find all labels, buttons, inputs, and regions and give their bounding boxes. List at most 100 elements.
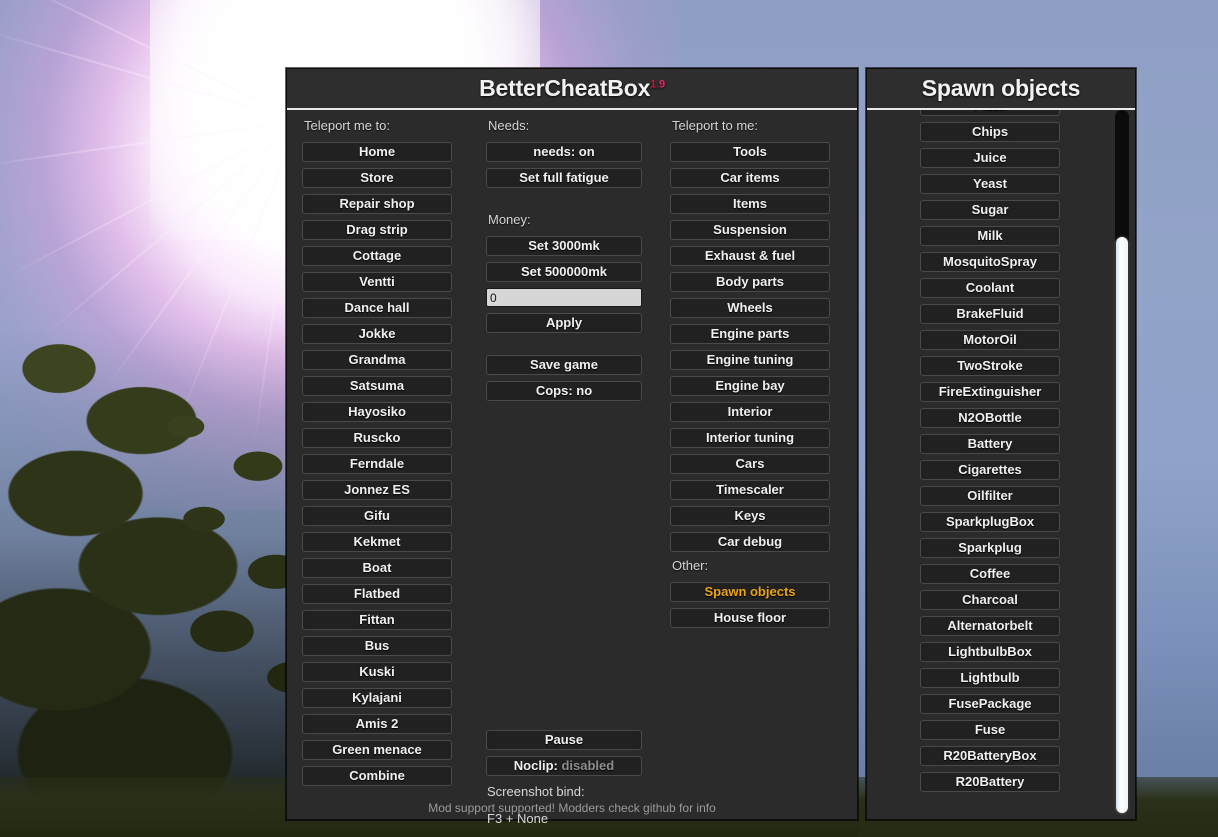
teleport-button-ventti[interactable]: Ventti (302, 272, 452, 292)
teleport-to-me-button-cars[interactable]: Cars (670, 454, 830, 474)
teleport-button-dance-hall[interactable]: Dance hall (302, 298, 452, 318)
version-badge: 1.9 (650, 78, 665, 90)
spawn-item-fireextinguisher[interactable]: FireExtinguisher (920, 382, 1060, 402)
main-body: Teleport me to: Home Store Repair shop D… (287, 110, 857, 826)
needs-toggle-button[interactable]: needs: on (486, 142, 642, 162)
teleport-to-me-button-keys[interactable]: Keys (670, 506, 830, 526)
other-heading: Other: (672, 558, 709, 573)
pause-button[interactable]: Pause (486, 730, 642, 750)
spawn-item-alternatorbelt[interactable]: Alternatorbelt (920, 616, 1060, 636)
teleport-button-hayosiko[interactable]: Hayosiko (302, 402, 452, 422)
spawn-item-n2obottle[interactable]: N2OBottle (920, 408, 1060, 428)
teleport-to-me-button-wheels[interactable]: Wheels (670, 298, 830, 318)
teleport-button-green-menace[interactable]: Green menace (302, 740, 452, 760)
money-amount-input[interactable] (486, 288, 642, 307)
set-full-fatigue-button[interactable]: Set full fatigue (486, 168, 642, 188)
spawn-item-brakefluid[interactable]: BrakeFluid (920, 304, 1060, 324)
spawn-item-motoroil[interactable]: MotorOil (920, 330, 1060, 350)
cops-toggle-button[interactable]: Cops: no (486, 381, 642, 401)
spawn-item-lightbulb[interactable]: Lightbulb (920, 668, 1060, 688)
main-titlebar: BetterCheatBox1.9 (287, 69, 857, 110)
spawn-item-r20battery[interactable]: R20Battery (920, 772, 1060, 792)
teleport-to-me-button-tools[interactable]: Tools (670, 142, 830, 162)
teleport-button-repair-shop[interactable]: Repair shop (302, 194, 452, 214)
teleport-button-kylajani[interactable]: Kylajani (302, 688, 452, 708)
teleport-button-satsuma[interactable]: Satsuma (302, 376, 452, 396)
apply-money-button[interactable]: Apply (486, 313, 642, 333)
spawn-objects-window: Spawn objects Pizza Chips Juice Yeast Su… (866, 68, 1136, 820)
teleport-button-ferndale[interactable]: Ferndale (302, 454, 452, 474)
spawn-item-yeast[interactable]: Yeast (920, 174, 1060, 194)
teleport-button-jokke[interactable]: Jokke (302, 324, 452, 344)
spawn-item-milk[interactable]: Milk (920, 226, 1060, 246)
spawn-item-fuse[interactable]: Fuse (920, 720, 1060, 740)
teleport-to-me-button-engine-bay[interactable]: Engine bay (670, 376, 830, 396)
spawn-item-mosquitospray[interactable]: MosquitoSpray (920, 252, 1060, 272)
teleport-to-me-button-body-parts[interactable]: Body parts (670, 272, 830, 292)
teleport-to-me-button-timescaler[interactable]: Timescaler (670, 480, 830, 500)
house-floor-button[interactable]: House floor (670, 608, 830, 628)
spawn-list-scrollbar[interactable] (1115, 110, 1129, 813)
teleport-button-fittan[interactable]: Fittan (302, 610, 452, 630)
spawn-item-coolant[interactable]: Coolant (920, 278, 1060, 298)
teleport-button-combine[interactable]: Combine (302, 766, 452, 786)
teleport-button-ruscko[interactable]: Ruscko (302, 428, 452, 448)
spawn-item-r20batterybox[interactable]: R20BatteryBox (920, 746, 1060, 766)
teleport-button-amis-2[interactable]: Amis 2 (302, 714, 452, 734)
teleport-button-home[interactable]: Home (302, 142, 452, 162)
spawn-item-charcoal[interactable]: Charcoal (920, 590, 1060, 610)
teleport-button-bus[interactable]: Bus (302, 636, 452, 656)
teleport-button-drag-strip[interactable]: Drag strip (302, 220, 452, 240)
spawn-item-coffee[interactable]: Coffee (920, 564, 1060, 584)
spawn-item-sugar[interactable]: Sugar (920, 200, 1060, 220)
spawn-item-lightbulbbox[interactable]: LightbulbBox (920, 642, 1060, 662)
spawn-item-chips[interactable]: Chips (920, 122, 1060, 142)
page-title: BetterCheatBox1.9 (479, 75, 665, 102)
spawn-list-scrollbar-thumb[interactable] (1116, 236, 1128, 813)
spawn-body: Pizza Chips Juice Yeast Sugar Milk Mosqu… (867, 110, 1135, 819)
teleport-button-cottage[interactable]: Cottage (302, 246, 452, 266)
teleport-to-me-button-exhaust-fuel[interactable]: Exhaust & fuel (670, 246, 830, 266)
teleport-button-store[interactable]: Store (302, 168, 452, 188)
needs-money-column: Needs: needs: on Set full fatigue Money:… (486, 110, 642, 407)
noclip-state-value: disabled (561, 758, 615, 773)
set-500000mk-button[interactable]: Set 500000mk (486, 262, 642, 282)
spawn-titlebar: Spawn objects (867, 69, 1135, 110)
spawn-item-juice[interactable]: Juice (920, 148, 1060, 168)
teleport-button-kuski[interactable]: Kuski (302, 662, 452, 682)
teleport-to-me-button-interior[interactable]: Interior (670, 402, 830, 422)
spawn-item-oilfilter[interactable]: Oilfilter (920, 486, 1060, 506)
teleport-to-me-button-suspension[interactable]: Suspension (670, 220, 830, 240)
spawn-item-battery[interactable]: Battery (920, 434, 1060, 454)
spawn-item-twostroke[interactable]: TwoStroke (920, 356, 1060, 376)
teleport-button-grandma[interactable]: Grandma (302, 350, 452, 370)
set-3000mk-button[interactable]: Set 3000mk (486, 236, 642, 256)
teleport-to-me-button-items[interactable]: Items (670, 194, 830, 214)
app-title-text: BetterCheatBox (479, 75, 651, 101)
teleport-to-me-button-interior-tuning[interactable]: Interior tuning (670, 428, 830, 448)
teleport-button-flatbed[interactable]: Flatbed (302, 584, 452, 604)
spawn-window-title: Spawn objects (921, 75, 1081, 101)
spawn-item-sparkplugbox[interactable]: SparkplugBox (920, 512, 1060, 532)
noclip-label: Noclip: (513, 758, 558, 773)
spawn-item-cigarettes[interactable]: Cigarettes (920, 460, 1060, 480)
teleport-button-gifu[interactable]: Gifu (302, 506, 452, 526)
spawn-objects-button[interactable]: Spawn objects (670, 582, 830, 602)
needs-heading: Needs: (488, 118, 530, 133)
teleport-button-boat[interactable]: Boat (302, 558, 452, 578)
spawn-item-fusepackage[interactable]: FusePackage (920, 694, 1060, 714)
teleport-to-me-button-car-debug[interactable]: Car debug (670, 532, 830, 552)
teleport-button-kekmet[interactable]: Kekmet (302, 532, 452, 552)
spawn-item-pizza[interactable]: Pizza (920, 110, 1060, 116)
save-game-button[interactable]: Save game (486, 355, 642, 375)
money-heading: Money: (488, 212, 531, 227)
bettercheatbox-window: BetterCheatBox1.9 Teleport me to: Home S… (286, 68, 858, 826)
teleport-to-me-button-engine-parts[interactable]: Engine parts (670, 324, 830, 344)
teleport-to-me-button-car-items[interactable]: Car items (670, 168, 830, 188)
teleport-button-jonnez-es[interactable]: Jonnez ES (302, 480, 452, 500)
spawn-item-sparkplug[interactable]: Sparkplug (920, 538, 1060, 558)
noclip-toggle-button[interactable]: Noclip: disabled (486, 756, 642, 776)
teleport-to-me-button-engine-tuning[interactable]: Engine tuning (670, 350, 830, 370)
